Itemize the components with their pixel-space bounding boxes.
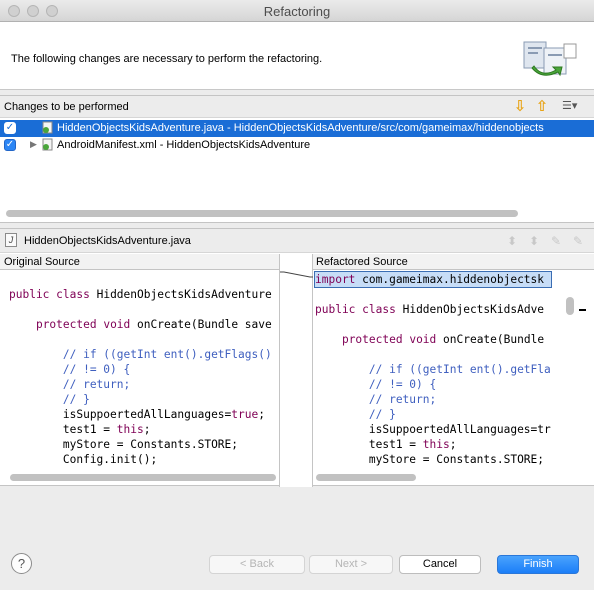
code-line: test1 = this; (9, 423, 151, 436)
window-title: Refactoring (263, 4, 331, 19)
code-line: isSuppoertedAllLanguages=tr (315, 423, 551, 436)
code-line: // return; (9, 378, 131, 391)
changes-toolbar: Changes to be performed ⇩ ⇧ ☰▾ (0, 96, 594, 118)
change-checkbox-manifest[interactable]: ✓ (4, 139, 16, 151)
refactoring-wizard-icon (523, 41, 577, 77)
wizard-header: The following changes are necessary to p… (0, 22, 594, 90)
original-source-title: Original Source (4, 256, 80, 268)
previous-difference-icon[interactable]: ⬍ (527, 234, 541, 248)
compare-file-title: HiddenObjectsKidsAdventure.java (24, 235, 191, 247)
changes-panel: Changes to be performed ⇩ ⇧ ☰▾ ✓ HiddenO… (0, 95, 594, 223)
code-line: // != 0) { (315, 378, 437, 391)
header-message: The following changes are necessary to p… (11, 53, 323, 65)
next-button[interactable]: Next > (309, 555, 393, 574)
refactored-vertical-scrollbar-area (558, 271, 594, 471)
previous-change-arrow-up-icon[interactable]: ⇧ (534, 99, 550, 115)
refactored-source-pane[interactable]: import com.gameimax.hiddenobjectsk publi… (313, 271, 558, 471)
refactored-vertical-scrollbar[interactable] (566, 297, 574, 315)
title-bar: Refactoring (0, 0, 594, 22)
change-row-java[interactable]: ✓ HiddenObjectsKidsAdventure.java - Hidd… (0, 120, 594, 137)
original-source-pane[interactable]: public class HiddenObjectsKidsAdventure … (0, 271, 279, 471)
code-line: // != 0) { (9, 363, 131, 376)
code-line: test1 = this; (315, 438, 457, 451)
diff-connector (280, 271, 314, 278)
diff-gutter (279, 254, 314, 487)
change-row-label: AndroidManifest.xml - HiddenObjectsKidsA… (57, 139, 311, 151)
change-row-label: HiddenObjectsKidsAdventure.java - Hidden… (57, 122, 544, 134)
code-line: // if ((getInt ent().getFlags() (9, 348, 272, 361)
cancel-button[interactable]: Cancel (399, 555, 481, 574)
previous-change-icon[interactable]: ✎ (571, 234, 585, 248)
code-line: myStore = Constants.STORE; (9, 438, 239, 451)
changes-title: Changes to be performed (4, 101, 129, 113)
back-button[interactable]: < Back (209, 555, 305, 574)
code-line: import com.gameimax.hiddenobjectsk (314, 271, 552, 288)
xml-file-change-icon (42, 138, 53, 151)
refactoring-dialog: Refactoring The following changes are ne… (0, 0, 594, 590)
filter-menu-icon[interactable]: ☰▾ (562, 99, 588, 115)
code-line: Config.init(); (9, 453, 158, 466)
refactored-source-code: import com.gameimax.hiddenobjectsk publi… (314, 271, 552, 467)
refactored-source-title: Refactored Source (316, 256, 408, 268)
code-line: public class HiddenObjectsKidsAdventure (9, 288, 272, 301)
code-line: isSuppoertedAllLanguages=true; (9, 408, 265, 421)
code-line: protected void onCreate(Bundle (341, 333, 545, 346)
code-line: // } (9, 393, 90, 406)
java-class-change-icon (42, 121, 53, 134)
original-source-code: public class HiddenObjectsKidsAdventure … (9, 272, 272, 467)
refactored-horizontal-scrollbar[interactable] (316, 474, 416, 481)
code-line: // if ((getInt ent().getFla (315, 363, 551, 376)
java-file-icon: J (5, 233, 17, 247)
code-line: protected void onCreate(Bundle save (35, 318, 272, 331)
code-line: public class HiddenObjectsKidsAdve (315, 303, 545, 316)
compare-panel: J HiddenObjectsKidsAdventure.java ⬍ ⬍ ✎ … (0, 228, 594, 487)
refactored-source-header: Refactored Source (312, 254, 594, 270)
expand-triangle-icon[interactable]: ▶ (30, 139, 37, 150)
change-checkbox-java[interactable]: ✓ (4, 122, 16, 134)
changes-horizontal-scrollbar[interactable] (6, 210, 518, 217)
original-horizontal-scrollbar[interactable] (10, 474, 276, 481)
compare-toolbar: J HiddenObjectsKidsAdventure.java ⬍ ⬍ ✎ … (0, 229, 594, 253)
change-overview-marker[interactable] (579, 309, 586, 311)
code-line: // return; (315, 393, 437, 406)
next-change-arrow-down-icon[interactable]: ⇩ (512, 99, 528, 115)
change-row-manifest[interactable]: ✓ ▶ AndroidManifest.xml - HiddenObjectsK… (0, 137, 594, 154)
finish-button[interactable]: Finish (497, 555, 579, 574)
code-line: myStore = Constants.STORE; (315, 453, 545, 466)
original-source-header: Original Source (0, 254, 279, 270)
next-change-icon[interactable]: ✎ (549, 234, 563, 248)
help-icon[interactable]: ? (11, 553, 32, 574)
code-line: // } (315, 408, 396, 421)
next-difference-icon[interactable]: ⬍ (505, 234, 519, 248)
